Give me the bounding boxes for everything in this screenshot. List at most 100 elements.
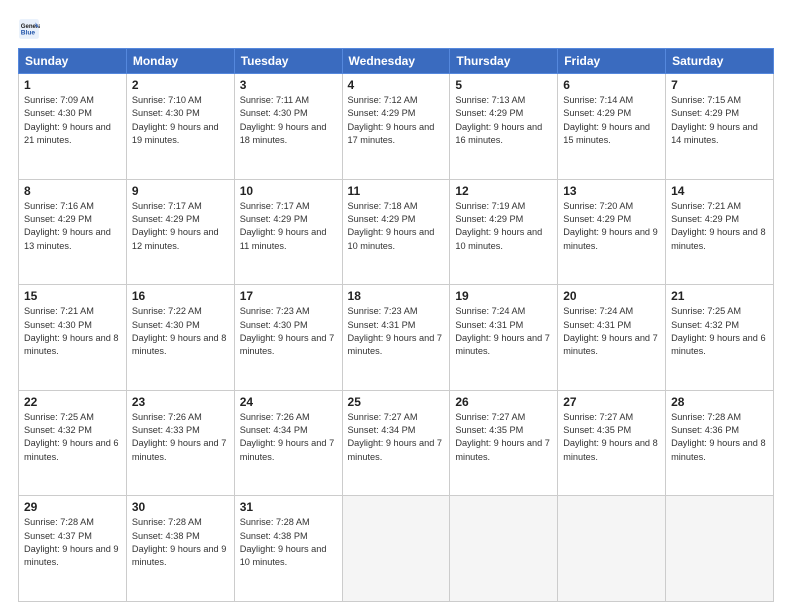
day-info: Sunrise: 7:15 AMSunset: 4:29 PMDaylight:… xyxy=(671,94,768,147)
calendar-cell: 16Sunrise: 7:22 AMSunset: 4:30 PMDayligh… xyxy=(126,285,234,391)
calendar-cell: 11 Sunrise: 7:18 AMSunset: 4:29 PMDayligh… xyxy=(342,179,450,285)
calendar-cell xyxy=(558,496,666,602)
calendar-cell: 12Sunrise: 7:19 AMSunset: 4:29 PMDayligh… xyxy=(450,179,558,285)
day-info: Sunrise: 7:10 AMSunset: 4:30 PMDaylight:… xyxy=(132,94,229,147)
calendar-cell: 10 Sunrise: 7:17 AMSunset: 4:29 PMDayligh… xyxy=(234,179,342,285)
day-number: 9 xyxy=(132,184,229,198)
calendar-cell: 1 Sunrise: 7:09 AMSunset: 4:30 PMDaylight… xyxy=(19,74,127,180)
day-info: Sunrise: 7:18 AMSunset: 4:29 PMDaylight:… xyxy=(348,200,445,253)
day-number: 25 xyxy=(348,395,445,409)
day-number: 17 xyxy=(240,289,337,303)
calendar-body: 1 Sunrise: 7:09 AMSunset: 4:30 PMDaylight… xyxy=(19,74,774,602)
day-info: Sunrise: 7:26 AMSunset: 4:34 PMDaylight:… xyxy=(240,411,337,464)
calendar: SundayMondayTuesdayWednesdayThursdayFrid… xyxy=(18,48,774,602)
day-number: 18 xyxy=(348,289,445,303)
day-info: Sunrise: 7:25 AMSunset: 4:32 PMDaylight:… xyxy=(671,305,768,358)
day-number: 12 xyxy=(455,184,552,198)
svg-text:Blue: Blue xyxy=(21,30,36,37)
day-info: Sunrise: 7:11 AMSunset: 4:30 PMDaylight:… xyxy=(240,94,337,147)
day-header-tuesday: Tuesday xyxy=(234,49,342,74)
day-header-row: SundayMondayTuesdayWednesdayThursdayFrid… xyxy=(19,49,774,74)
calendar-cell: 13 Sunrise: 7:20 AMSunset: 4:29 PMDayligh… xyxy=(558,179,666,285)
day-header-saturday: Saturday xyxy=(666,49,774,74)
day-number: 11 xyxy=(348,184,445,198)
day-number: 10 xyxy=(240,184,337,198)
header: General Blue xyxy=(18,18,774,40)
day-info: Sunrise: 7:23 AMSunset: 4:30 PMDaylight:… xyxy=(240,305,337,358)
calendar-cell: 15 Sunrise: 7:21 AMSunset: 4:30 PMDayligh… xyxy=(19,285,127,391)
calendar-cell xyxy=(450,496,558,602)
day-info: Sunrise: 7:16 AMSunset: 4:29 PMDaylight:… xyxy=(24,200,121,253)
week-row-5: 29 Sunrise: 7:28 AMSunset: 4:37 PMDayligh… xyxy=(19,496,774,602)
day-info: Sunrise: 7:27 AMSunset: 4:35 PMDaylight:… xyxy=(455,411,552,464)
day-number: 23 xyxy=(132,395,229,409)
day-info: Sunrise: 7:22 AMSunset: 4:30 PMDaylight:… xyxy=(132,305,229,358)
day-header-sunday: Sunday xyxy=(19,49,127,74)
day-info: Sunrise: 7:27 AMSunset: 4:34 PMDaylight:… xyxy=(348,411,445,464)
day-number: 14 xyxy=(671,184,768,198)
day-number: 1 xyxy=(24,78,121,92)
day-number: 5 xyxy=(455,78,552,92)
day-number: 6 xyxy=(563,78,660,92)
day-info: Sunrise: 7:28 AMSunset: 4:36 PMDaylight:… xyxy=(671,411,768,464)
day-info: Sunrise: 7:13 AMSunset: 4:29 PMDaylight:… xyxy=(455,94,552,147)
week-row-1: 1 Sunrise: 7:09 AMSunset: 4:30 PMDaylight… xyxy=(19,74,774,180)
calendar-cell: 5 Sunrise: 7:13 AMSunset: 4:29 PMDaylight… xyxy=(450,74,558,180)
calendar-cell: 8 Sunrise: 7:16 AMSunset: 4:29 PMDaylight… xyxy=(19,179,127,285)
day-number: 22 xyxy=(24,395,121,409)
day-info: Sunrise: 7:17 AMSunset: 4:29 PMDaylight:… xyxy=(132,200,229,253)
day-header-wednesday: Wednesday xyxy=(342,49,450,74)
calendar-cell: 2 Sunrise: 7:10 AMSunset: 4:30 PMDaylight… xyxy=(126,74,234,180)
calendar-cell xyxy=(666,496,774,602)
calendar-cell: 3 Sunrise: 7:11 AMSunset: 4:30 PMDaylight… xyxy=(234,74,342,180)
calendar-cell: 29 Sunrise: 7:28 AMSunset: 4:37 PMDayligh… xyxy=(19,496,127,602)
day-number: 15 xyxy=(24,289,121,303)
calendar-header: SundayMondayTuesdayWednesdayThursdayFrid… xyxy=(19,49,774,74)
day-header-thursday: Thursday xyxy=(450,49,558,74)
week-row-4: 22Sunrise: 7:25 AMSunset: 4:32 PMDayligh… xyxy=(19,390,774,496)
day-info: Sunrise: 7:21 AMSunset: 4:29 PMDaylight:… xyxy=(671,200,768,253)
calendar-cell: 31Sunrise: 7:28 AMSunset: 4:38 PMDayligh… xyxy=(234,496,342,602)
day-number: 19 xyxy=(455,289,552,303)
logo: General Blue xyxy=(18,18,44,40)
day-info: Sunrise: 7:09 AMSunset: 4:30 PMDaylight:… xyxy=(24,94,121,147)
day-number: 3 xyxy=(240,78,337,92)
day-info: Sunrise: 7:17 AMSunset: 4:29 PMDaylight:… xyxy=(240,200,337,253)
day-info: Sunrise: 7:28 AMSunset: 4:37 PMDaylight:… xyxy=(24,516,121,569)
day-header-monday: Monday xyxy=(126,49,234,74)
calendar-cell: 14 Sunrise: 7:21 AMSunset: 4:29 PMDayligh… xyxy=(666,179,774,285)
week-row-2: 8 Sunrise: 7:16 AMSunset: 4:29 PMDaylight… xyxy=(19,179,774,285)
calendar-cell: 27Sunrise: 7:27 AMSunset: 4:35 PMDayligh… xyxy=(558,390,666,496)
day-info: Sunrise: 7:27 AMSunset: 4:35 PMDaylight:… xyxy=(563,411,660,464)
calendar-cell: 21Sunrise: 7:25 AMSunset: 4:32 PMDayligh… xyxy=(666,285,774,391)
calendar-cell: 24Sunrise: 7:26 AMSunset: 4:34 PMDayligh… xyxy=(234,390,342,496)
day-info: Sunrise: 7:20 AMSunset: 4:29 PMDaylight:… xyxy=(563,200,660,253)
calendar-cell: 7 Sunrise: 7:15 AMSunset: 4:29 PMDaylight… xyxy=(666,74,774,180)
day-number: 13 xyxy=(563,184,660,198)
day-number: 2 xyxy=(132,78,229,92)
calendar-cell: 4 Sunrise: 7:12 AMSunset: 4:29 PMDaylight… xyxy=(342,74,450,180)
calendar-cell: 23 Sunrise: 7:26 AMSunset: 4:33 PMDayligh… xyxy=(126,390,234,496)
day-number: 8 xyxy=(24,184,121,198)
calendar-cell: 17 Sunrise: 7:23 AMSunset: 4:30 PMDayligh… xyxy=(234,285,342,391)
day-info: Sunrise: 7:21 AMSunset: 4:30 PMDaylight:… xyxy=(24,305,121,358)
day-number: 4 xyxy=(348,78,445,92)
calendar-cell: 28Sunrise: 7:28 AMSunset: 4:36 PMDayligh… xyxy=(666,390,774,496)
calendar-cell: 22Sunrise: 7:25 AMSunset: 4:32 PMDayligh… xyxy=(19,390,127,496)
day-info: Sunrise: 7:24 AMSunset: 4:31 PMDaylight:… xyxy=(563,305,660,358)
calendar-cell: 19 Sunrise: 7:24 AMSunset: 4:31 PMDayligh… xyxy=(450,285,558,391)
page: General Blue SundayMondayTuesdayWednesda… xyxy=(0,0,792,612)
day-info: Sunrise: 7:14 AMSunset: 4:29 PMDaylight:… xyxy=(563,94,660,147)
day-number: 29 xyxy=(24,500,121,514)
day-info: Sunrise: 7:28 AMSunset: 4:38 PMDaylight:… xyxy=(240,516,337,569)
day-number: 30 xyxy=(132,500,229,514)
calendar-cell: 18Sunrise: 7:23 AMSunset: 4:31 PMDayligh… xyxy=(342,285,450,391)
day-info: Sunrise: 7:24 AMSunset: 4:31 PMDaylight:… xyxy=(455,305,552,358)
day-number: 7 xyxy=(671,78,768,92)
day-info: Sunrise: 7:26 AMSunset: 4:33 PMDaylight:… xyxy=(132,411,229,464)
day-info: Sunrise: 7:12 AMSunset: 4:29 PMDaylight:… xyxy=(348,94,445,147)
calendar-cell: 6 Sunrise: 7:14 AMSunset: 4:29 PMDaylight… xyxy=(558,74,666,180)
day-number: 26 xyxy=(455,395,552,409)
calendar-cell: 26 Sunrise: 7:27 AMSunset: 4:35 PMDayligh… xyxy=(450,390,558,496)
calendar-cell: 25 Sunrise: 7:27 AMSunset: 4:34 PMDayligh… xyxy=(342,390,450,496)
